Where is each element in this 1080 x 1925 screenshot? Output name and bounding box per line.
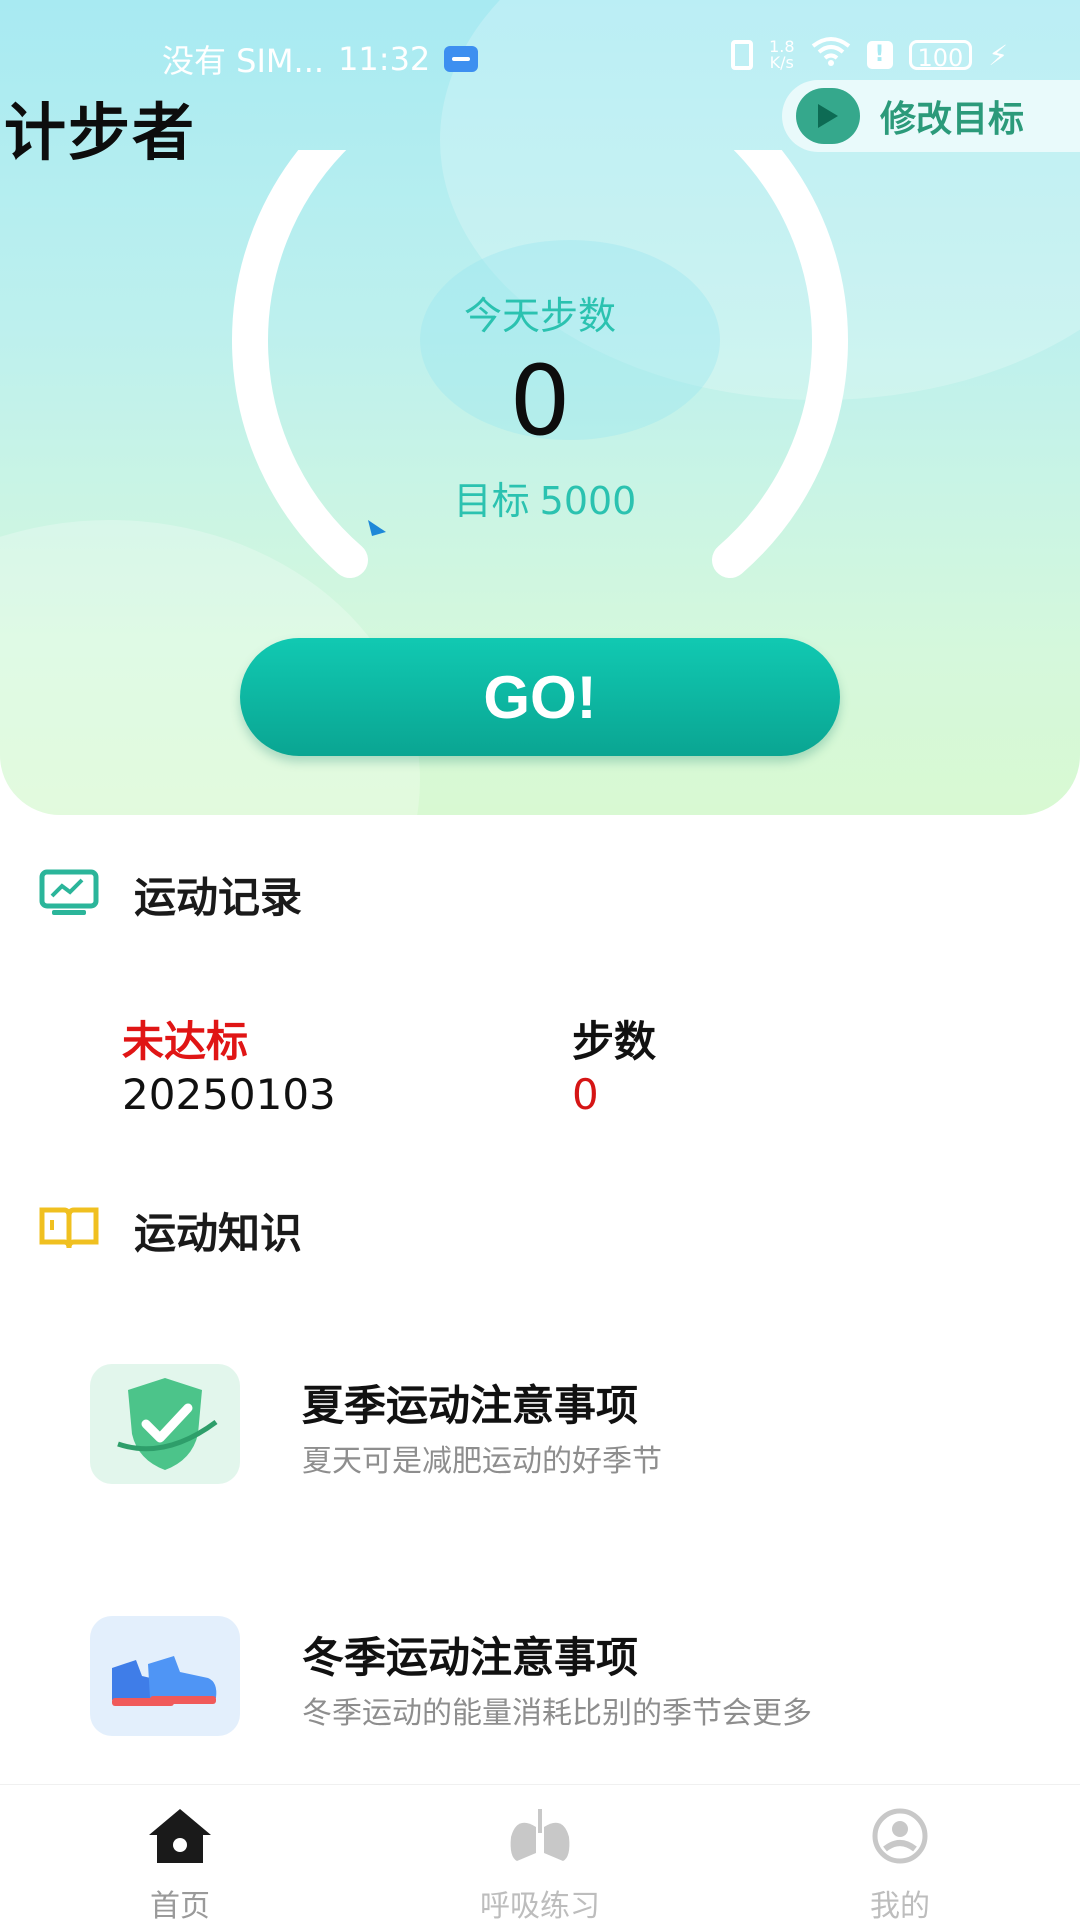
shield-check-icon (90, 1364, 240, 1484)
vibrate-icon (731, 40, 754, 70)
net-speed: 1.8 K/s (769, 39, 794, 71)
lungs-icon (420, 1807, 660, 1871)
goal-value: 5000 (539, 479, 637, 523)
article-subtitle: 夏天可是减肥运动的好季节 (302, 1444, 662, 1479)
goal-text: 目标 5000 (0, 470, 1080, 525)
article-subtitle: 冬季运动的能量消耗比别的季节会更多 (302, 1696, 812, 1731)
status-bar: 没有 SIM... 11:32 1.8 K/s ! 100 ⚡ (0, 36, 1080, 80)
play-icon (796, 88, 860, 144)
app-title: 计步者 (4, 96, 197, 169)
goal-label: 目标 (453, 479, 530, 523)
net-speed-unit: K/s (769, 53, 794, 72)
usb-icon (444, 46, 479, 72)
nav-profile-label: 我的 (870, 1889, 930, 1924)
home-icon (60, 1807, 300, 1871)
article-card-winter[interactable]: 冬季运动注意事项 冬季运动的能量消耗比别的季节会更多 (90, 1616, 1050, 1738)
nav-profile[interactable]: 我的 (780, 1785, 1020, 1924)
sneakers-icon (90, 1616, 240, 1736)
nav-home[interactable]: 首页 (60, 1785, 300, 1924)
bottom-navigation: 首页 呼吸练习 我的 (0, 1784, 1080, 1924)
article-title: 夏季运动注意事项 (302, 1381, 639, 1430)
modify-goal-button[interactable]: 修改目标 (782, 80, 1080, 152)
knowledge-section-title: 运动知识 (134, 1209, 303, 1258)
article-title: 冬季运动注意事项 (302, 1633, 639, 1682)
nav-breathing[interactable]: 呼吸练习 (420, 1785, 660, 1924)
clock-text: 11:32 (338, 40, 431, 78)
nav-home-label: 首页 (150, 1889, 210, 1924)
modify-goal-label: 修改目标 (880, 99, 1025, 140)
records-section-title: 运动记录 (134, 873, 303, 922)
article-card-summer[interactable]: 夏季运动注意事项 夏天可是减肥运动的好季节 (90, 1364, 1050, 1486)
nav-breathing-label: 呼吸练习 (480, 1889, 600, 1924)
carrier-text: 没有 SIM... (162, 42, 325, 80)
records-section-header: 运动记录 (38, 864, 302, 925)
record-steps-label: 步数 (572, 1017, 657, 1066)
today-steps-label: 今天步数 (463, 294, 616, 338)
alert-icon: ! (866, 41, 893, 69)
record-date: 20250103 (122, 1070, 336, 1119)
knowledge-section-header: 运动知识 (38, 1200, 302, 1261)
charging-icon: ⚡ (988, 38, 1008, 72)
record-status: 未达标 (122, 1017, 249, 1066)
battery-icon: 100 (908, 40, 973, 72)
record-steps-value: 0 (572, 1070, 599, 1119)
wifi-icon (811, 36, 851, 74)
profile-icon (780, 1807, 1020, 1871)
go-button[interactable]: GO! (240, 638, 840, 756)
monitor-chart-icon (38, 868, 100, 922)
today-steps-value: 0 (509, 345, 571, 457)
battery-level: 100 (917, 44, 964, 72)
book-icon (38, 1204, 100, 1258)
